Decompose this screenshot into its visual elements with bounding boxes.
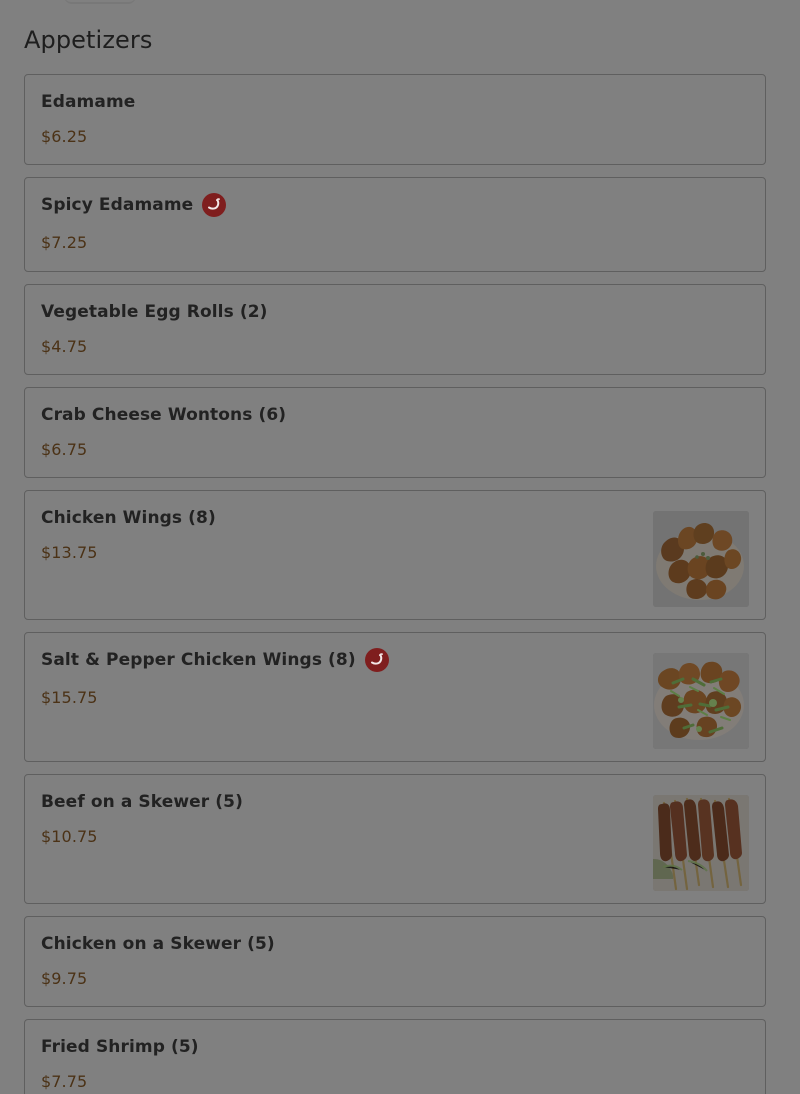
menu-item-name: Chicken Wings (8) — [41, 508, 216, 528]
menu-item-price: $7.25 — [41, 233, 88, 252]
beef-skewer-photo[interactable] — [653, 795, 749, 891]
menu-item-price: $15.75 — [41, 688, 98, 707]
menu-item-name: Beef on a Skewer (5) — [41, 792, 243, 812]
menu-item-name: Chicken on a Skewer (5) — [41, 934, 275, 954]
chicken-wings-photo[interactable] — [653, 511, 749, 607]
menu-item-card[interactable]: Fried Shrimp (5) $7.75 — [24, 1019, 766, 1094]
menu-item-price: $7.75 — [41, 1072, 88, 1091]
menu-item-card[interactable]: Beef on a Skewer (5) $10.75 — [24, 774, 766, 904]
menu-item-price: $9.75 — [41, 969, 88, 988]
menu-item-price: $13.75 — [41, 543, 98, 562]
salt-pepper-chicken-wings-photo[interactable] — [653, 653, 749, 749]
menu-item-price: $6.25 — [41, 127, 88, 146]
menu-item-card[interactable]: Edamame $6.25 — [24, 74, 766, 165]
menu-item-price: $10.75 — [41, 827, 98, 846]
menu-item-name: Vegetable Egg Rolls (2) — [41, 302, 268, 322]
menu-item-name: Salt & Pepper Chicken Wings (8) — [41, 650, 356, 670]
spicy-pepper-icon — [202, 193, 227, 217]
menu-item-name: Fried Shrimp (5) — [41, 1037, 199, 1057]
top-scroll-edge — [64, 0, 136, 4]
menu-item-card[interactable]: Vegetable Egg Rolls (2) $4.75 — [24, 284, 766, 375]
menu-item-card[interactable]: Salt & Pepper Chicken Wings (8) $15.75 — [24, 632, 766, 762]
menu-item-name: Crab Cheese Wontons (6) — [41, 405, 287, 425]
spicy-pepper-icon — [364, 648, 389, 672]
menu-item-card[interactable]: Crab Cheese Wontons (6) $6.75 — [24, 387, 766, 478]
menu-item-card[interactable]: Spicy Edamame $7.25 — [24, 177, 766, 272]
menu-item-price: $4.75 — [41, 337, 88, 356]
menu-item-name: Edamame — [41, 92, 136, 112]
menu-item-card[interactable]: Chicken on a Skewer (5) $9.75 — [24, 916, 766, 1007]
menu-item-card[interactable]: Chicken Wings (8) $13.75 — [24, 490, 766, 620]
section-title-appetizers: Appetizers — [24, 26, 153, 54]
menu-item-name: Spicy Edamame — [41, 195, 194, 215]
menu-item-price: $6.75 — [41, 440, 88, 459]
